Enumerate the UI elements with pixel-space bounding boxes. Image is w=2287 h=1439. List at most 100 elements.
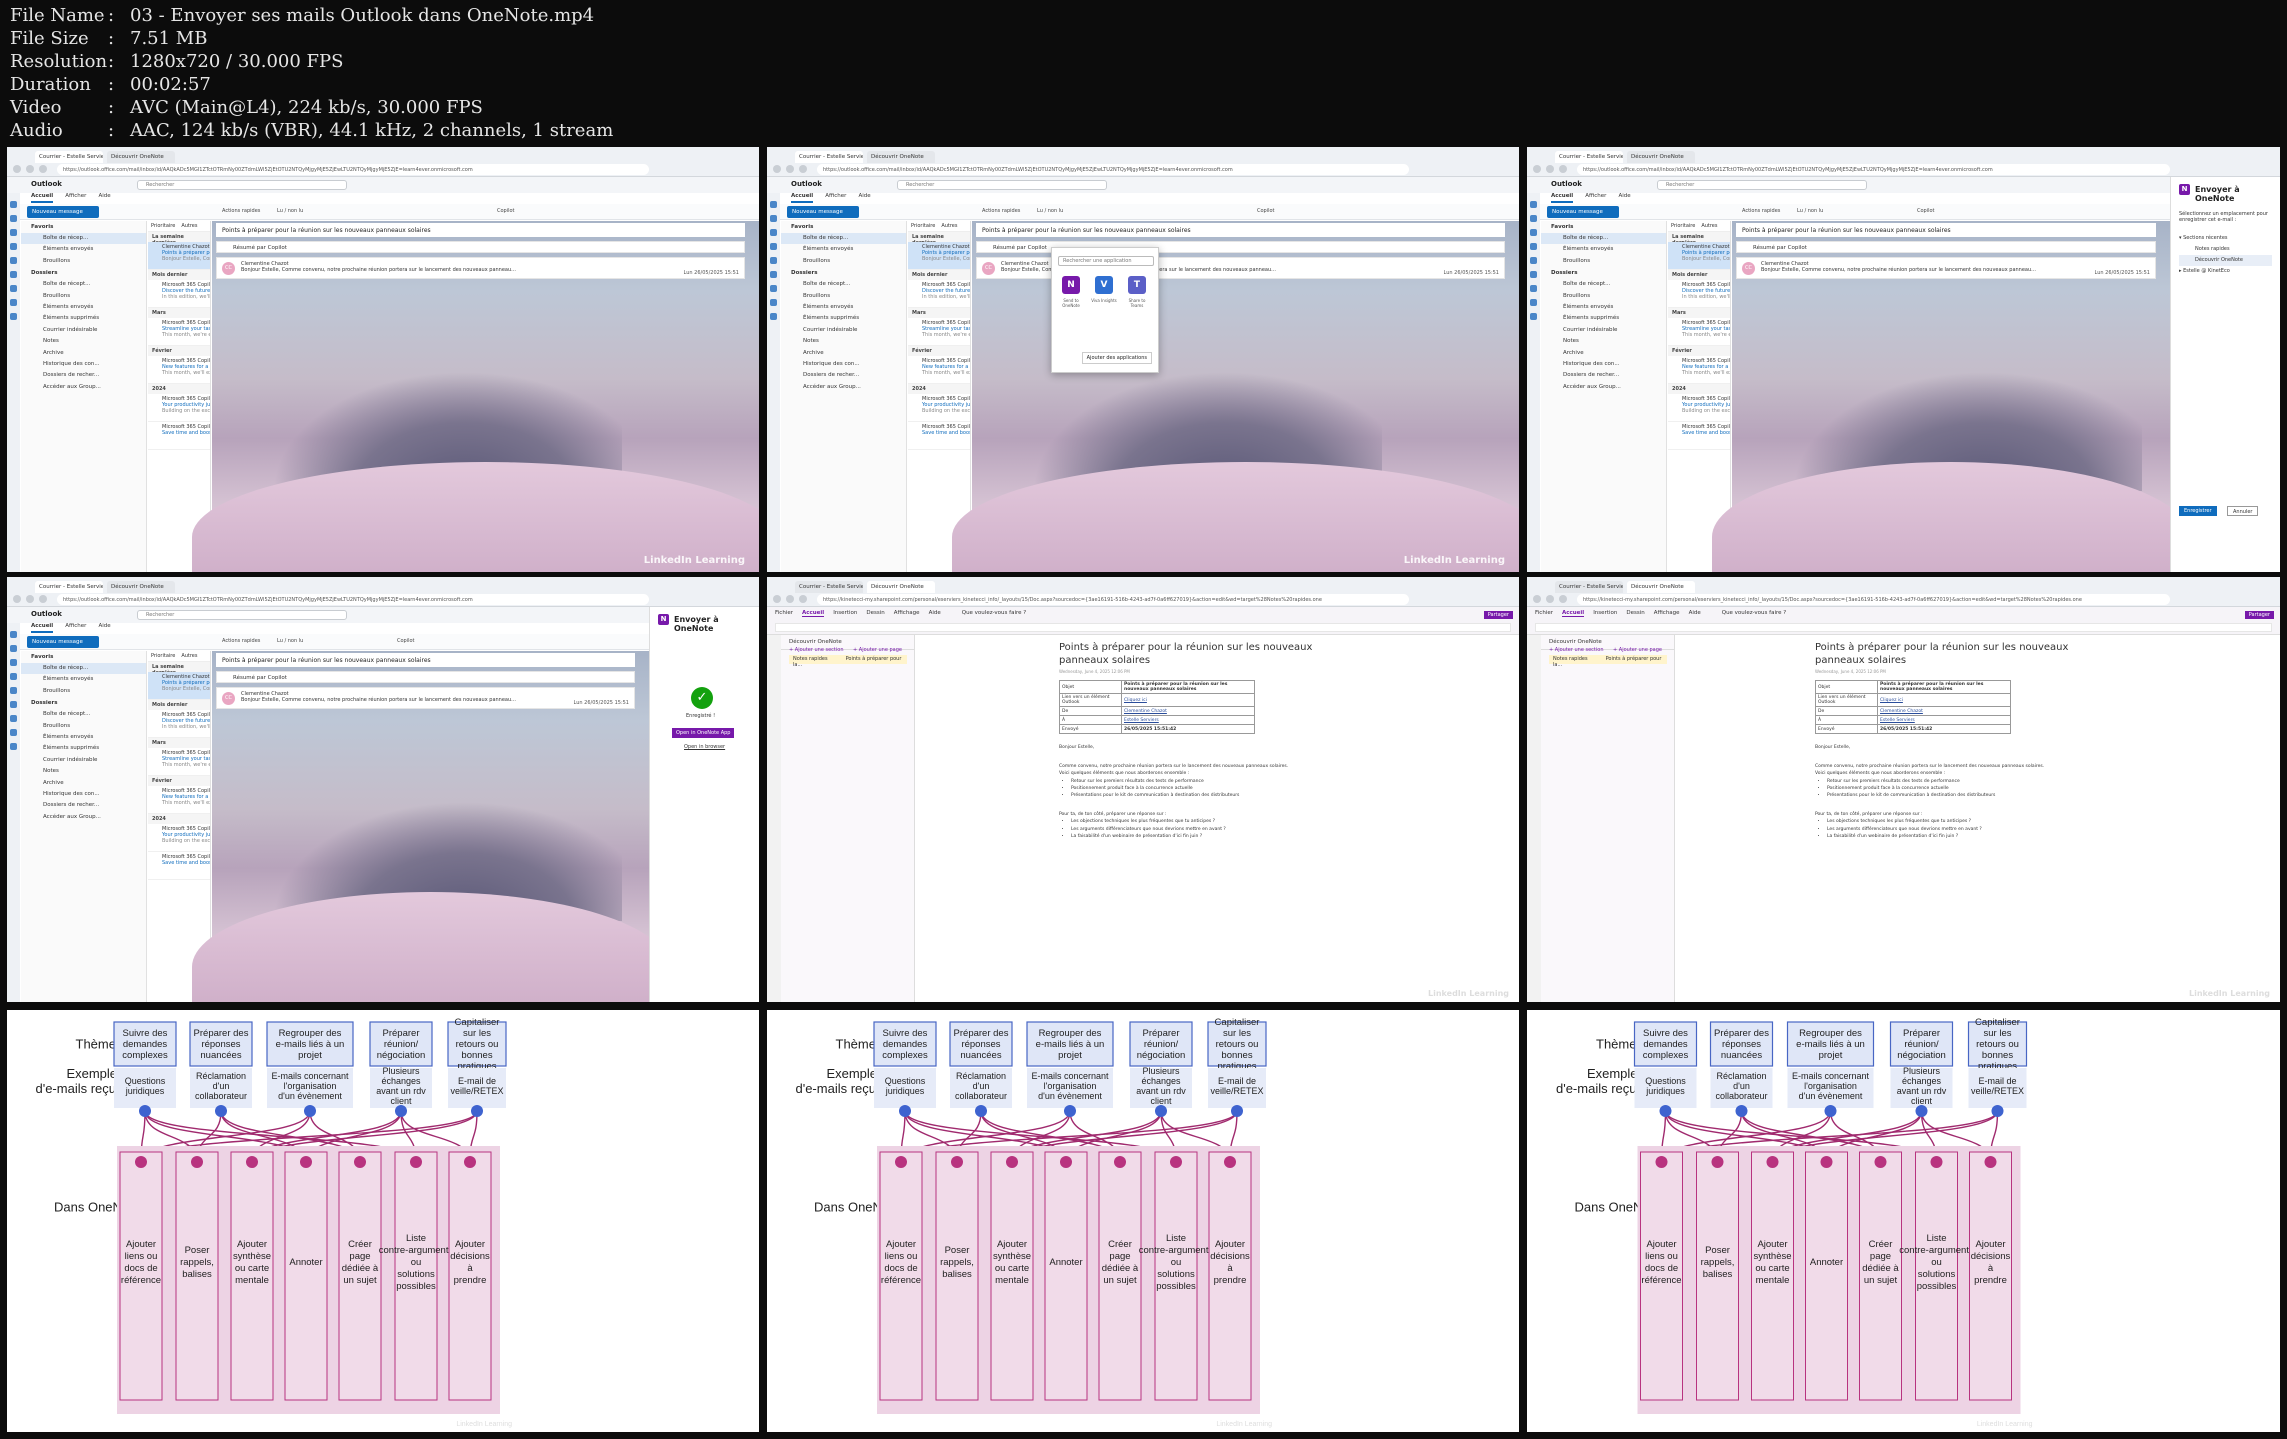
mail-item[interactable]: Microsoft 365 Copilot Discover the future…: [1668, 280, 1730, 308]
rail-app-icon[interactable]: [1530, 243, 1537, 250]
mail-item[interactable]: Microsoft 365 Copilot Your productivity j…: [148, 394, 210, 422]
list-tab[interactable]: Autres: [1701, 223, 1717, 229]
folder-item[interactable]: Éléments supprimés: [21, 313, 146, 324]
folder-item[interactable]: Brouillons: [21, 721, 146, 732]
folder-item[interactable]: Éléments supprimés: [21, 743, 146, 754]
folder-item[interactable]: Notes: [21, 766, 146, 777]
folder-item[interactable]: Boîte de récep...: [21, 233, 146, 245]
quick-actions-button[interactable]: Actions rapides: [222, 208, 260, 214]
rail-app-icon[interactable]: [10, 285, 17, 292]
reload-icon[interactable]: [39, 595, 47, 603]
mail-item[interactable]: Microsoft 365 Copilot Discover the future…: [908, 280, 970, 308]
mail-card[interactable]: CCClementine ChazotBonjour Estelle, Comm…: [1736, 257, 2156, 279]
read-unread-button[interactable]: Lu / non lu: [1797, 208, 1823, 214]
mail-item[interactable]: Microsoft 365 Copilot Your productivity j…: [1668, 394, 1730, 422]
favorites-header[interactable]: Favoris: [21, 651, 146, 663]
back-icon[interactable]: [13, 595, 21, 603]
folder-item[interactable]: Dossiers de recher...: [1541, 370, 1666, 381]
mail-item[interactable]: Microsoft 365 CopilotSave time and boos.…: [148, 852, 210, 880]
search-input[interactable]: Rechercher: [137, 180, 347, 190]
folder-item[interactable]: Éléments envoyés: [1541, 244, 1666, 255]
folder-item[interactable]: Boîte de récept...: [21, 279, 146, 290]
send-to-onenote-icon[interactable]: N: [1062, 276, 1080, 294]
mail-item[interactable]: Microsoft 365 Copilot New features for a …: [908, 356, 970, 384]
rail-app-icon[interactable]: [10, 673, 17, 680]
reload-icon[interactable]: [39, 165, 47, 173]
forward-icon[interactable]: [1546, 595, 1554, 603]
ribbon-tab[interactable]: Accueil: [31, 193, 54, 203]
rail-app-icon[interactable]: [770, 243, 777, 250]
mail-item[interactable]: Microsoft 365 Copilot Discover the future…: [148, 710, 210, 738]
folder-item[interactable]: Historique des con...: [21, 359, 146, 370]
address-bar[interactable]: https://outlook.office.com/mail/inbox/id…: [817, 164, 1409, 175]
read-unread-button[interactable]: Lu / non lu: [1037, 208, 1063, 214]
folder-item[interactable]: Historique des con...: [1541, 359, 1666, 370]
rail-app-icon[interactable]: [10, 271, 17, 278]
ribbon-tab[interactable]: Accueil: [791, 193, 814, 203]
quick-actions-button[interactable]: Actions rapides: [982, 208, 1020, 214]
forward-icon[interactable]: [26, 595, 34, 603]
folder-item[interactable]: Archive: [1541, 348, 1666, 359]
ribbon-tab[interactable]: Afficher: [1585, 193, 1606, 203]
list-tab[interactable]: Prioritaire: [911, 223, 935, 229]
rail-app-icon[interactable]: [10, 701, 17, 708]
copilot-summary-button[interactable]: Résumé par Copilot: [1736, 241, 2156, 253]
rail-app-icon[interactable]: [1530, 313, 1537, 320]
folders-header[interactable]: Dossiers: [21, 697, 146, 709]
ribbon-tab[interactable]: Fichier: [1535, 610, 1553, 617]
folder-item[interactable]: Boîte de récept...: [781, 279, 906, 290]
browser-tab-outlook[interactable]: Courrier - Estelle Serviers - Outlo: [35, 581, 103, 593]
rail-app-icon[interactable]: [770, 271, 777, 278]
reload-icon[interactable]: [1559, 595, 1567, 603]
browser-tab-outlook[interactable]: Courrier - Estelle Serviers - Outlo: [795, 581, 863, 593]
folder-item[interactable]: Boîte de récep...: [21, 663, 146, 675]
back-icon[interactable]: [773, 165, 781, 173]
favorites-header[interactable]: Favoris: [21, 221, 146, 233]
rail-app-icon[interactable]: [770, 257, 777, 264]
table-value[interactable]: Cliquez ici: [1877, 693, 2011, 707]
folder-item[interactable]: Notes: [781, 336, 906, 347]
mail-item[interactable]: Microsoft 365 CopilotStreamline your tas…: [1668, 318, 1730, 346]
rail-app-icon[interactable]: [770, 299, 777, 306]
list-tab[interactable]: Autres: [941, 223, 957, 229]
tell-me-input[interactable]: Que voulez-vous faire ?: [962, 610, 1026, 617]
folder-item[interactable]: Brouillons: [1541, 256, 1666, 267]
copilot-button[interactable]: Copilot: [1257, 208, 1275, 214]
rail-app-icon[interactable]: [770, 229, 777, 236]
favorites-header[interactable]: Favoris: [1541, 221, 1666, 233]
rail-app-icon[interactable]: [1530, 229, 1537, 236]
rail-app-icon[interactable]: [10, 645, 17, 652]
tree-recent[interactable]: ▾ Sections récentes: [2179, 233, 2272, 244]
search-input[interactable]: Rechercher: [137, 610, 347, 620]
ribbon-tab[interactable]: Aide: [858, 193, 870, 203]
forward-icon[interactable]: [26, 165, 34, 173]
mail-item[interactable]: Clementine ChazotPoints à préparer pou..…: [148, 672, 210, 700]
folder-item[interactable]: Historique des con...: [781, 359, 906, 370]
forward-icon[interactable]: [786, 165, 794, 173]
folder-item[interactable]: Dossiers de recher...: [781, 370, 906, 381]
reload-icon[interactable]: [799, 165, 807, 173]
browser-tab-onenote[interactable]: Découvrir OneNote: [1627, 581, 1695, 593]
rail-app-icon[interactable]: [10, 215, 17, 222]
share-to-teams-icon[interactable]: T: [1128, 276, 1146, 294]
add-page-button[interactable]: + Ajouter une page: [1613, 647, 1662, 653]
copilot-button[interactable]: Copilot: [1917, 208, 1935, 214]
folder-item[interactable]: Dossiers de recher...: [21, 370, 146, 381]
rail-app-icon[interactable]: [1530, 215, 1537, 222]
rail-app-icon[interactable]: [770, 313, 777, 320]
folder-item[interactable]: Éléments envoyés: [1541, 302, 1666, 313]
folder-item[interactable]: Historique des con...: [21, 789, 146, 800]
new-message-button[interactable]: Nouveau message: [1547, 206, 1619, 218]
ribbon-tab[interactable]: Afficher: [65, 193, 86, 203]
rail-app-icon[interactable]: [1530, 271, 1537, 278]
section-row[interactable]: Notes rapides Points à préparer pour la..…: [789, 655, 907, 668]
search-input[interactable]: Rechercher: [897, 180, 1107, 190]
folder-item[interactable]: Éléments supprimés: [1541, 313, 1666, 324]
folder-item[interactable]: Éléments envoyés: [21, 732, 146, 743]
folder-item[interactable]: Éléments supprimés: [781, 313, 906, 324]
add-apps-button[interactable]: Ajouter des applications: [1081, 352, 1152, 364]
back-icon[interactable]: [1533, 165, 1541, 173]
copilot-button[interactable]: Copilot: [397, 638, 415, 644]
folder-item[interactable]: Éléments envoyés: [21, 674, 146, 685]
folder-item[interactable]: Courrier indésirable: [781, 325, 906, 336]
